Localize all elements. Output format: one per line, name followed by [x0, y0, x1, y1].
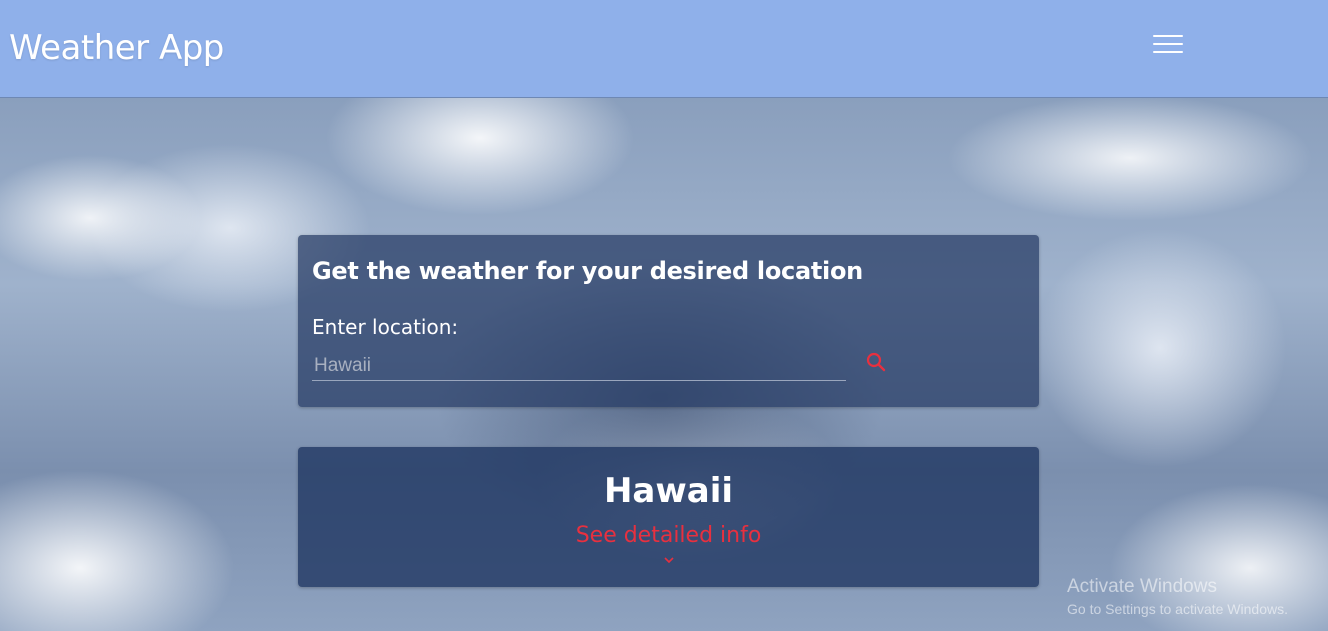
- search-button[interactable]: [864, 351, 888, 375]
- chevron-down-icon[interactable]: [662, 555, 676, 565]
- search-heading: Get the weather for your desired locatio…: [312, 257, 863, 285]
- watermark-subtitle: Go to Settings to activate Windows.: [1067, 601, 1288, 617]
- search-card: Get the weather for your desired locatio…: [298, 235, 1039, 407]
- location-label: Enter location:: [312, 315, 459, 339]
- location-input[interactable]: [312, 351, 846, 381]
- app-title[interactable]: Weather App: [9, 28, 224, 68]
- hamburger-menu-icon[interactable]: [1150, 30, 1186, 58]
- navbar: Weather App: [0, 0, 1328, 98]
- see-detailed-info-link[interactable]: See detailed info: [298, 523, 1039, 548]
- activate-windows-watermark: Activate Windows Go to Settings to activ…: [1067, 576, 1288, 617]
- menu-bar-top: [1153, 35, 1183, 37]
- city-name: Hawaii: [603, 471, 734, 511]
- menu-bar-bottom: [1153, 51, 1183, 53]
- result-card: Hawaii See detailed info: [298, 447, 1039, 587]
- search-icon: [866, 352, 886, 372]
- watermark-title: Activate Windows: [1067, 576, 1217, 597]
- menu-bar-middle: [1153, 43, 1183, 45]
